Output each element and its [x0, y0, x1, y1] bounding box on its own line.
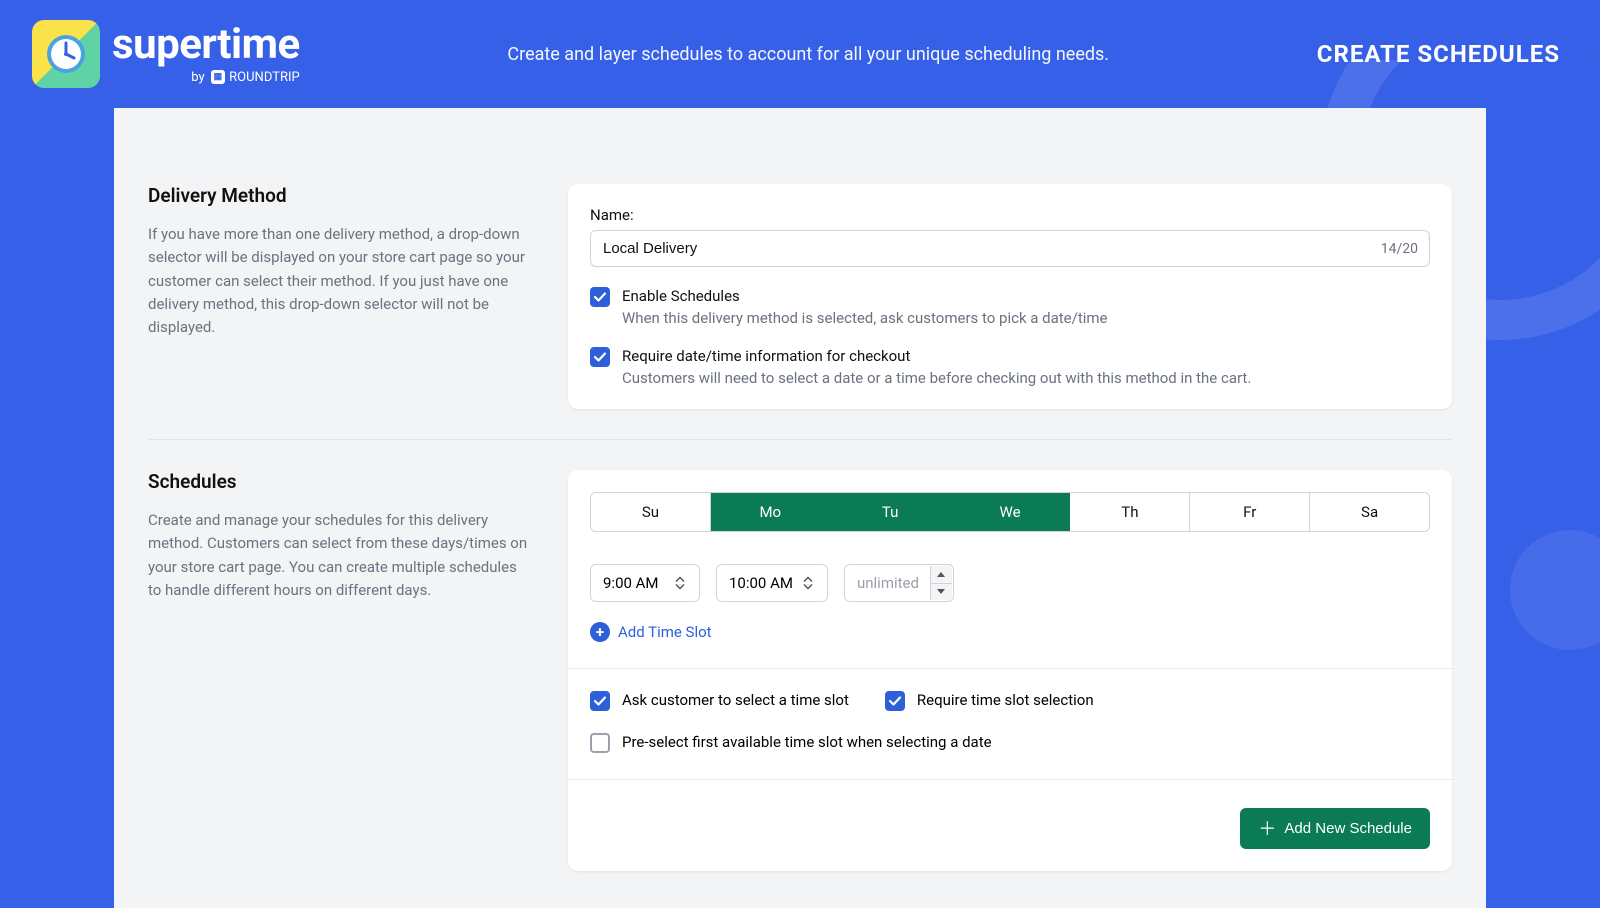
enable-schedules-desc: When this delivery method is selected, a…: [622, 309, 1108, 327]
stepper-down[interactable]: [931, 584, 952, 601]
add-time-slot-button[interactable]: + Add Time Slot: [590, 622, 1430, 642]
require-timeslot-label: Require time slot selection: [917, 691, 1094, 709]
delivery-desc: If you have more than one delivery metho…: [148, 223, 528, 339]
clock-icon: [32, 20, 100, 88]
slot-end-select[interactable]: 10:00 AM: [716, 564, 828, 602]
day-tab-we[interactable]: We: [951, 493, 1071, 531]
enable-schedules-label: Enable Schedules: [622, 287, 1108, 305]
day-tab-th[interactable]: Th: [1070, 493, 1190, 531]
day-tab-mo[interactable]: Mo: [711, 493, 831, 531]
roundtrip-icon: ▦: [211, 70, 226, 84]
brand-by: by: [191, 71, 204, 84]
add-time-slot-label: Add Time Slot: [618, 623, 712, 641]
ask-timeslot-label: Ask customer to select a time slot: [622, 691, 849, 709]
quantity-stepper[interactable]: [930, 566, 952, 600]
preselect-timeslot-label: Pre-select first available time slot whe…: [622, 733, 992, 751]
brand-company: ROUNDTRIP: [229, 71, 300, 84]
plus-circle-icon: +: [590, 622, 610, 642]
require-datetime-desc: Customers will need to select a date or …: [622, 369, 1251, 387]
add-schedule-label: Add New Schedule: [1284, 820, 1412, 837]
divider: [568, 668, 1452, 669]
header-page-title: CREATE SCHEDULES: [1317, 40, 1560, 68]
schedule-card: SuMoTuWeThFrSa 9:00 AM 10:00 AM: [568, 470, 1452, 871]
slot-end-value: 10:00 AM: [729, 574, 793, 592]
header-tagline: Create and layer schedules to account fo…: [300, 44, 1317, 65]
day-tab-su[interactable]: Su: [591, 493, 711, 531]
stepper-up[interactable]: [931, 566, 952, 584]
slot-capacity-placeholder: unlimited: [857, 574, 919, 592]
chevron-updown-icon: [675, 577, 691, 590]
require-datetime-checkbox[interactable]: [590, 347, 610, 367]
section-schedules: Schedules Create and manage your schedul…: [148, 439, 1452, 901]
slot-capacity-input[interactable]: unlimited: [844, 564, 954, 602]
preselect-timeslot-checkbox[interactable]: [590, 733, 610, 753]
schedules-heading: Schedules: [148, 470, 528, 493]
name-input[interactable]: [590, 230, 1430, 267]
enable-schedules-checkbox[interactable]: [590, 287, 610, 307]
day-tab-sa[interactable]: Sa: [1310, 493, 1429, 531]
schedules-desc: Create and manage your schedules for thi…: [148, 509, 528, 602]
delivery-heading: Delivery Method: [148, 184, 528, 207]
delivery-card: Name: 14/20 Enable Schedules When this d…: [568, 184, 1452, 409]
name-label: Name:: [590, 206, 1430, 224]
chevron-updown-icon: [803, 577, 819, 590]
slot-start-select[interactable]: 9:00 AM: [590, 564, 700, 602]
content-canvas: Delivery Method If you have more than on…: [114, 108, 1486, 908]
brand-logo: supertime by ▦ROUNDTRIP: [32, 20, 300, 88]
day-tabs: SuMoTuWeThFrSa: [590, 492, 1430, 532]
day-tab-fr[interactable]: Fr: [1190, 493, 1310, 531]
time-slot-row: 9:00 AM 10:00 AM unl: [590, 564, 1430, 602]
char-count: 14/20: [1381, 241, 1418, 257]
page-header: supertime by ▦ROUNDTRIP Create and layer…: [0, 0, 1600, 108]
day-tab-tu[interactable]: Tu: [831, 493, 951, 531]
section-delivery-method: Delivery Method If you have more than on…: [114, 138, 1486, 439]
divider: [568, 779, 1452, 780]
brand-title: supertime: [112, 24, 300, 66]
require-timeslot-checkbox[interactable]: [885, 691, 905, 711]
slot-start-value: 9:00 AM: [603, 574, 659, 592]
require-datetime-label: Require date/time information for checko…: [622, 347, 1251, 365]
ask-timeslot-checkbox[interactable]: [590, 691, 610, 711]
add-schedule-button[interactable]: ＋ Add New Schedule: [1240, 808, 1430, 849]
